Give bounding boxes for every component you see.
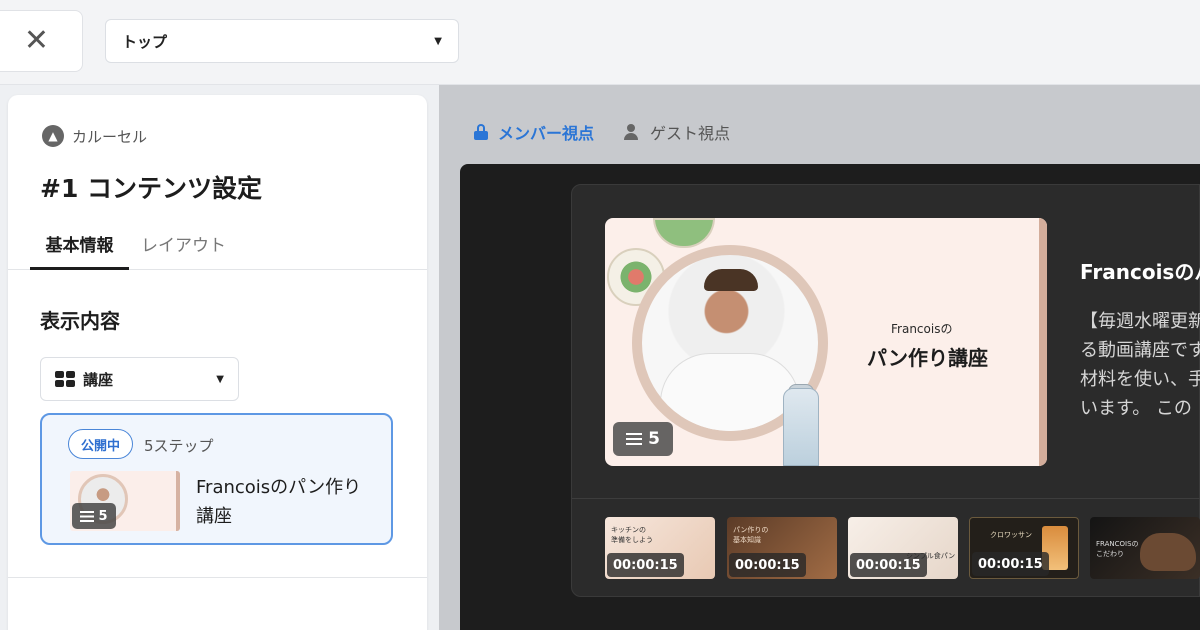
tab-bar: 基本情報 レイアウト [8, 223, 427, 270]
lesson-thumbnail[interactable]: パン作りの 基本知識 00:00:15 [727, 517, 837, 579]
content-type-value: 講座 [83, 370, 114, 389]
lesson-duration: 00:00:15 [972, 552, 1049, 576]
guest-view-toggle[interactable]: ゲスト視点 [624, 120, 730, 144]
lesson-caption: キッチンの 準備をしよう [611, 526, 653, 544]
lesson-thumbnail[interactable]: シンプル食パン 00:00:15 [848, 517, 958, 579]
lesson-thumbnail[interactable]: FRANCOISの こだわり [1090, 517, 1200, 579]
chevron-down-icon: ▼ [216, 373, 224, 385]
guest-view-label: ゲスト視点 [650, 124, 731, 143]
member-view-toggle[interactable]: メンバー視点 [474, 120, 594, 144]
thumbnail-edge [176, 471, 180, 531]
course-thumbnail: 5 [70, 471, 180, 531]
breadcrumb[interactable]: ▲ カルーセル [42, 125, 147, 147]
chevron-down-icon: ▼ [434, 35, 442, 47]
lesson-caption: パン作りの 基本知識 [733, 526, 769, 544]
breadcrumb-label: カルーセル [72, 127, 148, 146]
description-line: 材料を使い、手 [1080, 369, 1200, 390]
lesson-caption: クロワッサン [990, 531, 1032, 539]
salad-illustration [653, 218, 715, 248]
hero-title: パン作り講座 [867, 346, 988, 370]
hero-subtitle: Francoisの [891, 322, 953, 336]
description-line: る動画講座です [1080, 340, 1200, 361]
close-icon: ✕ [23, 23, 50, 58]
lesson-duration: 00:00:15 [607, 553, 684, 577]
lesson-thumbnail[interactable]: クロワッサン 00:00:15 [969, 517, 1079, 579]
course-title: Francoisのパン作り講座 [196, 477, 362, 527]
course-name: Francoisのパ [1080, 260, 1200, 284]
close-button[interactable]: ✕ [0, 10, 83, 72]
arrow-up-circle-icon: ▲ [42, 125, 64, 147]
lesson-count-badge: 5 [613, 422, 673, 456]
bread-photo [1140, 533, 1196, 571]
tab-layout[interactable]: レイアウト [141, 231, 226, 256]
chef-jacket [660, 353, 800, 431]
panel-divider [8, 577, 427, 578]
lesson-count-badge: 5 [72, 503, 116, 529]
description-line: 【毎週水曜更新 [1080, 311, 1200, 332]
thumbnail-edge [1039, 218, 1047, 466]
status-badge: 公開中 [68, 429, 134, 459]
lock-icon [474, 124, 488, 140]
lesson-duration: 00:00:15 [729, 553, 806, 577]
member-view-label: メンバー視点 [498, 124, 595, 143]
section-title: 表示内容 [40, 309, 120, 333]
lesson-caption: FRANCOISの こだわり [1096, 540, 1139, 558]
step-count-label: 5ステップ [144, 437, 214, 455]
lesson-count: 5 [98, 508, 108, 524]
description-line: います。 この [1080, 398, 1192, 419]
list-icon [80, 510, 95, 522]
chef-hair [704, 269, 758, 291]
page-select[interactable]: トップ ▼ [105, 19, 459, 63]
page-title: #1 コンテンツ設定 [40, 174, 263, 203]
hero-thumbnail[interactable]: Francoisの パン作り講座 5 [605, 218, 1047, 466]
grid-icon [55, 371, 75, 387]
course-description: 【毎週水曜更新 る動画講座です 材料を使い、手 います。 この [1080, 307, 1200, 423]
salt-shaker [783, 388, 819, 466]
lesson-duration: 00:00:15 [850, 553, 927, 577]
lesson-count: 5 [648, 429, 660, 449]
top-bar: ✕ トップ ▼ [0, 0, 1200, 85]
carousel-divider [572, 498, 1200, 499]
person-icon [624, 124, 638, 140]
course-card[interactable]: 公開中 5ステップ 5 Francoisのパン作り講座 [40, 413, 393, 545]
tab-basic-info[interactable]: 基本情報 [30, 231, 129, 270]
page-select-value: トップ [122, 32, 168, 51]
content-type-select[interactable]: 講座 ▼ [40, 357, 239, 401]
list-icon [626, 433, 643, 445]
lesson-thumbnail[interactable]: キッチンの 準備をしよう 00:00:15 [605, 517, 715, 579]
